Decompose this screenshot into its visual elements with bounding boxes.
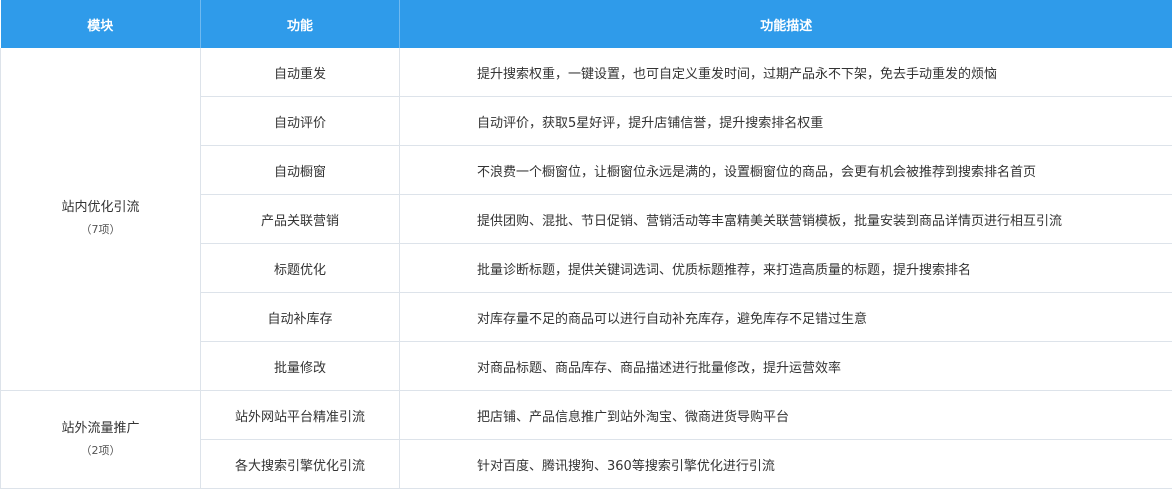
description-cell: 把店铺、产品信息推广到站外淘宝、微商进货导购平台 (399, 390, 1172, 440)
description-cell: 提供团购、混批、节日促销、营销活动等丰富精美关联营销模板，批量安装到商品详情页进… (399, 194, 1172, 244)
table-row: 站内优化引流 （7项） 自动重发 提升搜索权重，一键设置，也可自定义重发时间，过… (0, 48, 1172, 391)
module-cell-onsite: 站内优化引流 （7项） (0, 48, 201, 391)
function-cell: 自动评价 (200, 96, 400, 146)
module-name: 站内优化引流 (61, 200, 140, 215)
description-cell: 对库存量不足的商品可以进行自动补充库存，避免库存不足错过生意 (399, 292, 1172, 342)
header-function: 功能 (200, 0, 400, 48)
module-count: （7项） (80, 223, 121, 236)
function-cell: 自动重发 (200, 48, 400, 97)
description-cell: 对商品标题、商品库存、商品描述进行批量修改，提升运营效率 (399, 341, 1172, 391)
function-cell: 站外网站平台精准引流 (200, 390, 400, 440)
function-cell: 自动橱窗 (200, 145, 400, 195)
description-cell: 自动评价，获取5星好评，提升店铺信誉，提升搜索排名权重 (399, 96, 1172, 146)
header-module: 模块 (0, 0, 201, 48)
module-name: 站外流量推广 (61, 420, 140, 436)
feature-table: 模块 功能 功能描述 站内优化引流 （7项） 自动重发 提升搜索权重，一键设置，… (0, 0, 1172, 489)
function-cell: 标题优化 (200, 243, 400, 293)
table-header: 模块 功能 功能描述 (0, 0, 1172, 48)
module-cell-offsite: 站外流量推广 （2项） (0, 390, 201, 489)
function-cell: 产品关联营销 (200, 194, 400, 244)
feature-table-container: 模块 功能 功能描述 站内优化引流 （7项） 自动重发 提升搜索权重，一键设置，… (0, 0, 1172, 490)
function-cell: 批量修改 (200, 341, 400, 391)
function-cell: 各大搜索引擎优化引流 (200, 439, 400, 489)
header-row: 模块 功能 功能描述 (0, 0, 1172, 48)
table-body: 站内优化引流 （7项） 自动重发 提升搜索权重，一键设置，也可自定义重发时间，过… (0, 48, 1172, 489)
table-row: 站外流量推广 （2项） 站外网站平台精准引流 把店铺、产品信息推广到站外淘宝、微… (0, 390, 1172, 489)
description-cell: 针对百度、腾讯搜狗、360等搜索引擎优化进行引流 (399, 439, 1172, 489)
description-cell: 不浪费一个橱窗位，让橱窗位永远是满的，设置橱窗位的商品，会更有机会被推荐到搜索排… (399, 145, 1172, 195)
module-count: （2项） (80, 443, 121, 457)
function-cell: 自动补库存 (200, 292, 400, 342)
description-cell: 提升搜索权重，一键设置，也可自定义重发时间，过期产品永不下架，免去手动重发的烦恼 (399, 48, 1172, 97)
description-cell: 批量诊断标题，提供关键词选词、优质标题推荐，来打造高质量的标题，提升搜索排名 (399, 243, 1172, 293)
header-description: 功能描述 (399, 0, 1172, 48)
